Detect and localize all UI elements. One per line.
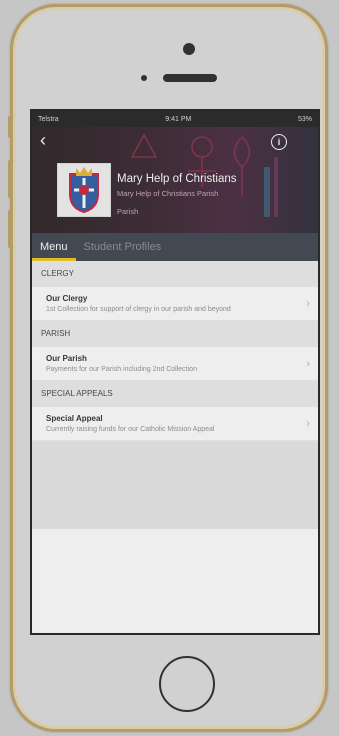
tab-bar: Menu Student Profiles [32, 233, 318, 261]
list-item-special-appeal[interactable]: Special Appeal Currently raising funds f… [32, 407, 318, 441]
menu-list: CLERGY Our Clergy 1st Collection for sup… [32, 261, 318, 633]
tab-student-profiles[interactable]: Student Profiles [76, 233, 170, 261]
list-item-title: Our Clergy [46, 294, 88, 303]
list-item-description: Payments for our Parish including 2nd Co… [46, 366, 197, 373]
home-button[interactable] [159, 656, 215, 712]
volume-up-button [8, 160, 12, 198]
status-bar: Telstra 9:41 PM 53% [32, 111, 318, 127]
section-heading-special-appeals: SPECIAL APPEALS [32, 381, 318, 407]
chevron-right-icon: › [306, 297, 310, 310]
chevron-right-icon: › [306, 357, 310, 370]
earpiece-speaker [163, 74, 217, 82]
section-heading-clergy: CLERGY [32, 261, 318, 287]
chevron-right-icon: › [306, 417, 310, 430]
clock-label: 9:41 PM [165, 115, 192, 123]
app-header: ‹ i Mary Help of Christians Mary Help of… [32, 127, 318, 233]
proximity-sensor [141, 75, 147, 81]
app-subtitle-secondary: Parish [117, 207, 139, 216]
parish-crest-logo [57, 163, 111, 217]
empty-list-area [32, 441, 318, 529]
app-title: Mary Help of Christians [117, 173, 237, 185]
list-item-title: Special Appeal [46, 414, 103, 423]
list-item-description: Currently raising funds for our Catholic… [46, 426, 215, 433]
front-camera [183, 43, 195, 55]
tab-menu[interactable]: Menu [32, 233, 76, 261]
app-subtitle: Mary Help of Christians Parish [117, 189, 219, 198]
mute-switch [8, 116, 12, 138]
list-item-description: 1st Collection for support of clergy in … [46, 306, 231, 313]
list-item-our-clergy[interactable]: Our Clergy 1st Collection for support of… [32, 287, 318, 321]
list-item-our-parish[interactable]: Our Parish Payments for our Parish inclu… [32, 347, 318, 381]
carrier-label: Telstra [38, 115, 59, 123]
battery-label: 53% [297, 115, 312, 123]
volume-down-button [8, 210, 12, 248]
section-heading-parish: PARISH [32, 321, 318, 347]
chevron-left-icon[interactable]: ‹ [40, 131, 54, 149]
phone-screen: Telstra 9:41 PM 53% ‹ i Mary Help of Chr… [30, 109, 320, 635]
list-item-title: Our Parish [46, 354, 87, 363]
info-icon[interactable]: i [271, 134, 287, 150]
